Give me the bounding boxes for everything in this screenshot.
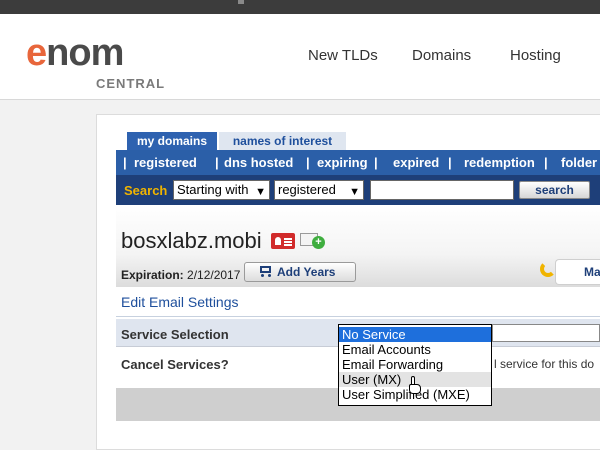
option-no-service[interactable]: No Service <box>339 327 491 342</box>
logo-wordmark: enom <box>26 32 124 74</box>
arrow-arc <box>540 261 556 277</box>
chevron-down-icon: ▼ <box>349 186 360 198</box>
category-separator: | <box>448 155 452 170</box>
category-redemption[interactable]: redemption <box>464 150 535 175</box>
cart-basket <box>260 266 271 273</box>
plus-icon: + <box>312 236 325 249</box>
match-type-select[interactable]: Starting with ▼ <box>173 180 270 200</box>
add-to-folder-icon[interactable]: + <box>300 231 326 249</box>
option-email-forwarding[interactable]: Email Forwarding <box>339 357 491 372</box>
edit-email-settings-title: Edit Email Settings <box>121 294 239 310</box>
contact-card-icon[interactable] <box>271 233 295 249</box>
expiration-date: 2/12/2017 <box>187 268 241 282</box>
cancel-services-label: Cancel Services? <box>121 357 229 372</box>
nav-new-tlds[interactable]: New TLDs <box>308 47 378 64</box>
nav-domains[interactable]: Domains <box>412 47 471 64</box>
logo-letters-nom: nom <box>46 32 124 74</box>
logo-subtitle: CENTRAL <box>96 76 166 91</box>
cursor-palm <box>409 384 421 394</box>
search-button[interactable]: search <box>519 181 590 199</box>
site-header: enom CENTRAL New TLDs Domains Hosting <box>0 14 600 100</box>
tab-names-of-interest[interactable]: names of interest <box>219 132 346 150</box>
cart-wheel <box>261 274 264 277</box>
expiration-info: Expiration: 2/12/2017 <box>121 268 240 282</box>
category-bar: | registered | dns hosted | expiring | e… <box>116 150 600 175</box>
top-strip-marker <box>238 0 244 4</box>
expiration-label: Expiration: <box>121 268 184 282</box>
category-expired[interactable]: expired <box>393 150 439 175</box>
enom-central-logo[interactable]: enom CENTRAL <box>26 32 166 92</box>
chevron-down-icon: ▼ <box>255 186 266 198</box>
nav-hosting[interactable]: Hosting <box>510 47 561 64</box>
category-separator: | <box>215 155 219 170</box>
category-separator: | <box>544 155 548 170</box>
match-type-value: Starting with <box>177 182 249 197</box>
category-registered[interactable]: registered <box>134 150 197 175</box>
domain-name: bosxlabz.mobi <box>121 228 262 253</box>
hand-pointer-cursor-icon <box>408 376 422 394</box>
category-separator: | <box>374 155 378 170</box>
service-selection-label: Service Selection <box>121 327 229 342</box>
search-bar: Search Starting with ▼ registered ▼ sear… <box>116 175 600 205</box>
option-email-accounts[interactable]: Email Accounts <box>339 342 491 357</box>
window-top-strip <box>0 0 600 14</box>
manage-tab[interactable]: Ma <box>555 259 600 285</box>
search-input[interactable] <box>370 180 514 200</box>
section-divider <box>116 316 600 317</box>
cart-icon <box>258 266 272 277</box>
category-separator: | <box>123 155 127 170</box>
cart-wheel <box>268 274 271 277</box>
service-select-field[interactable] <box>492 324 600 342</box>
category-folder[interactable]: folder <box>561 150 597 175</box>
search-scope-select[interactable]: registered ▼ <box>274 180 364 200</box>
category-separator: | <box>306 155 310 170</box>
logo-letter-e: e <box>26 32 47 74</box>
search-scope-value: registered <box>278 182 336 197</box>
category-expiring[interactable]: expiring <box>317 150 368 175</box>
category-dns-hosted[interactable]: dns hosted <box>224 150 293 175</box>
cancel-services-description: l service for this do <box>494 357 595 371</box>
search-label: Search <box>124 183 168 198</box>
tab-my-domains[interactable]: my domains <box>127 132 217 150</box>
